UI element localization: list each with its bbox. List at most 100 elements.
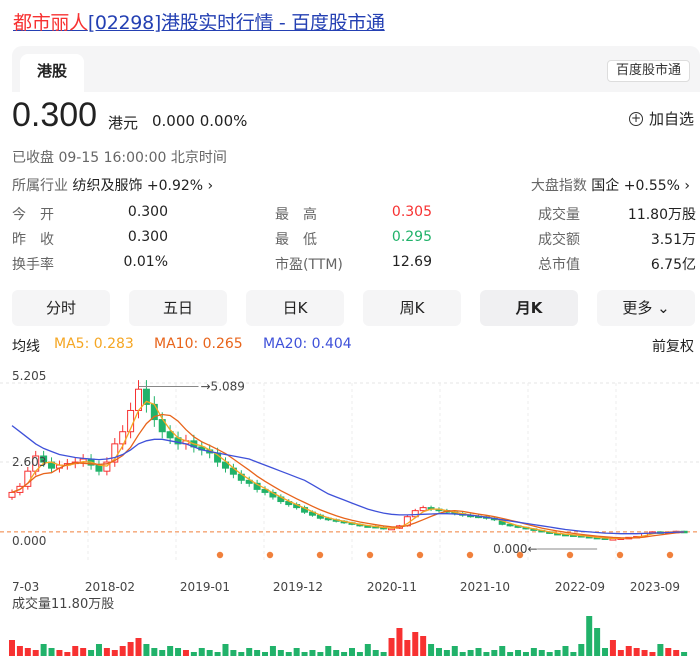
volume-bar: [570, 652, 577, 656]
stat-value: 0.300: [127, 229, 168, 245]
event-dot: [366, 551, 374, 559]
volume-bar: [325, 646, 332, 656]
stat-value: 0.305: [391, 204, 432, 220]
volume-bar: [372, 650, 379, 656]
volume-bar: [349, 648, 355, 656]
volume-bar: [649, 652, 656, 656]
volume-bar: [88, 650, 95, 656]
stat-value: 12.69: [391, 254, 432, 270]
volume-bar: [80, 648, 87, 656]
industry-link[interactable]: 所属行业 纺织及服饰 +0.92% ›: [12, 175, 213, 195]
title-rest: [02298]港股实时行情 - 百度股市通: [87, 12, 385, 34]
period-tabs: 分时 五日 日K 周K 月K 更多 ⌄: [12, 290, 700, 326]
event-dot: [666, 551, 674, 559]
volume-bar: [594, 628, 601, 656]
ma5-value: MA5: 0.283: [54, 336, 134, 352]
event-dot: [316, 551, 324, 559]
volume-bar: [175, 648, 182, 656]
volume-bar: [364, 644, 371, 656]
event-dot: [216, 551, 224, 559]
volume-bar: [507, 652, 514, 656]
volume-bar: [48, 648, 55, 656]
volume-bar: [151, 648, 158, 656]
volume-bar: [285, 652, 292, 656]
period-tab[interactable]: 月K: [480, 290, 578, 326]
period-tab[interactable]: 五日: [129, 290, 227, 326]
stat-label: 成交量: [538, 207, 580, 223]
volume-bar: [586, 616, 593, 656]
volume-bar: [238, 652, 245, 656]
stat-label: 成交额: [538, 232, 580, 248]
volume-bar: [562, 646, 569, 656]
volume-bar: [9, 640, 15, 656]
ma20-line: [11, 425, 685, 535]
volume-bar: [32, 650, 39, 656]
index-value: 国企 +0.55% ›: [591, 178, 690, 194]
x-tick-label: 7-03: [12, 580, 39, 593]
stat-value: 6.75亿: [650, 257, 696, 273]
page-title-link[interactable]: 都市丽人[02298]港股实时行情 - 百度股市通: [13, 8, 385, 35]
volume-bar: [198, 648, 205, 656]
volume-bar: [443, 650, 450, 656]
period-tab[interactable]: 更多 ⌄: [597, 290, 695, 326]
kline-chart[interactable]: 5.205 2.603 0.000 →5.089 0.000← 7-03 2018-02 20…: [0, 363, 700, 593]
volume-bar: [554, 650, 561, 656]
stat-value: 0.295: [391, 229, 432, 245]
baidu-stock-button[interactable]: 百度股市通: [606, 60, 690, 82]
volume-bar: [72, 646, 79, 656]
volume-bar: [483, 652, 490, 656]
stat-label: 最 高: [275, 207, 317, 223]
volume-bar: [277, 650, 284, 656]
stat-label: 换手率: [12, 257, 54, 273]
volume-bar: [135, 638, 142, 656]
volume-bar: [625, 646, 632, 656]
volume-bar: [665, 648, 672, 656]
ma20-value: MA20: 0.404: [263, 336, 352, 352]
stat-value: 0.01%: [123, 254, 168, 270]
volume-bar: [16, 646, 23, 656]
volume-bar: [396, 628, 403, 656]
volume-bar: [262, 652, 269, 656]
period-tab[interactable]: 日K: [246, 290, 344, 326]
x-tick-label: 2023-09: [630, 580, 680, 593]
add-watchlist-button[interactable]: + 加自选: [628, 108, 694, 129]
volume-bar: [609, 640, 616, 656]
volume-bar: [206, 650, 213, 656]
tab-hk-stocks[interactable]: 港股: [20, 54, 84, 92]
candle-body: [8, 491, 16, 498]
stat-label: 市盈(TTM): [275, 257, 343, 273]
volume-bar: [641, 650, 648, 656]
ma10-line: [11, 413, 685, 539]
stat-value: 11.80万股: [627, 207, 696, 223]
volume-label: 成交量11.80万股: [12, 597, 115, 612]
volume-bar: [127, 642, 134, 656]
event-dot: [266, 551, 274, 559]
x-tick-label: 2021-10: [460, 580, 510, 593]
volume-bar: [111, 650, 118, 656]
industry-label: 所属行业: [12, 178, 68, 194]
volume-bar: [380, 652, 387, 656]
add-watchlist-label: 加自选: [648, 110, 694, 128]
market-index-link[interactable]: 大盘指数 国企 +0.55% ›: [531, 175, 690, 195]
x-tick-label: 2019-01: [180, 580, 230, 593]
volume-bar: [341, 652, 348, 656]
ma5-line: [11, 400, 685, 540]
plus-circle-icon: +: [628, 110, 643, 126]
volume-bar: [491, 650, 498, 656]
volume-bar: [673, 650, 680, 656]
stat-value: 0.300: [127, 204, 168, 220]
x-tick-label: 2019-12: [273, 580, 323, 593]
stat-value: 3.51万: [650, 232, 696, 248]
period-tab[interactable]: 周K: [363, 290, 461, 326]
index-label: 大盘指数: [530, 178, 587, 194]
min-annotation: 0.000←: [493, 542, 537, 556]
volume-bar: [451, 646, 458, 656]
volume-bar: [254, 650, 261, 656]
x-tick-label: 2022-09: [555, 580, 605, 593]
volume-bar: [119, 646, 126, 656]
x-tick-label: 2020-11: [367, 580, 417, 593]
event-dot: [466, 551, 474, 559]
volume-bar: [301, 652, 308, 656]
period-tab[interactable]: 分时: [12, 290, 110, 326]
adjust-toggle[interactable]: 前复权: [652, 336, 694, 356]
